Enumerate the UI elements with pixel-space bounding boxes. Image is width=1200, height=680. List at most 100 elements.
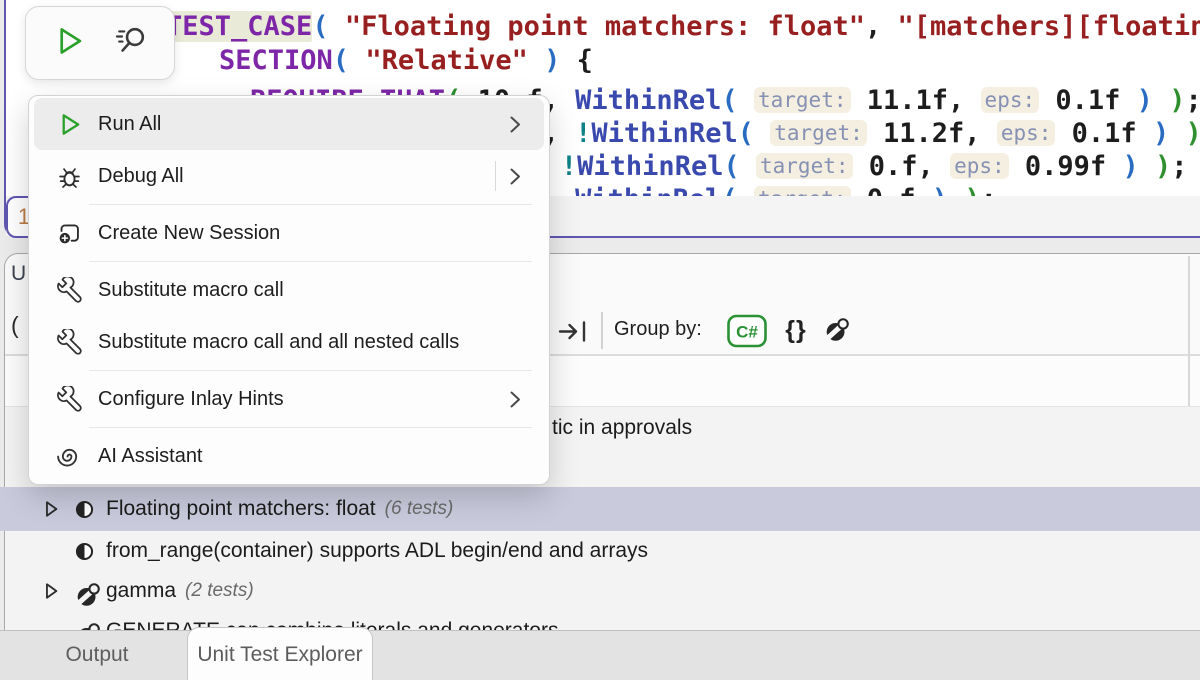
- tab-unit-test-explorer[interactable]: Unit Test Explorer: [187, 627, 373, 680]
- code-token: (: [721, 85, 737, 116]
- menu-item-label: AI Assistant: [98, 445, 532, 468]
- test-row-label: Floating point matchers: float: [106, 497, 376, 521]
- code-token: ,: [865, 11, 898, 42]
- code-token: ): [1185, 118, 1200, 149]
- menu-item-label: Run All: [98, 113, 509, 136]
- submenu-chevron-icon: [509, 115, 522, 134]
- jump-to-source-icon[interactable]: [556, 314, 590, 348]
- code-token: TEST_CASE: [166, 11, 312, 42]
- menu-separator: [89, 261, 532, 262]
- code-token: "[matchers][floating-point]": [898, 11, 1200, 42]
- ide-window: TEST_CASE ( "Floating point matchers: flo…: [0, 0, 1200, 680]
- code-token: ): [932, 184, 948, 196]
- code-line: SECTION( "Relative" ) {: [219, 44, 593, 77]
- group-by-label: Group by:: [614, 318, 702, 341]
- code-token: [754, 118, 770, 149]
- inlay-hint-chip: eps:: [950, 153, 1009, 179]
- expand-chevron-icon[interactable]: [42, 580, 60, 602]
- tag-circle-icon[interactable]: [820, 313, 854, 347]
- code-token: "Floating point matchers: float": [345, 11, 865, 42]
- csharp-badge-icon[interactable]: C#: [726, 313, 768, 349]
- toolwindow-clipped-text: U: [11, 262, 26, 286]
- submenu-chevron-icon: [509, 167, 522, 186]
- menu-item-debug-all[interactable]: Debug All: [34, 150, 544, 202]
- code-token: ): [1137, 85, 1153, 116]
- wrench-icon: [56, 277, 83, 304]
- submenu-chevron-icon: [509, 390, 522, 409]
- menu-item-substitute-macro-call-and-all-nested-calls[interactable]: Substitute macro call and all nested cal…: [34, 316, 544, 368]
- test-tree-row[interactable]: from_range(container) supports ADL begin…: [0, 531, 1200, 571]
- menu-item-substitute-macro-call[interactable]: Substitute macro call: [34, 264, 544, 316]
- code-token: 0.f,: [853, 151, 951, 182]
- code-token: (: [738, 118, 754, 149]
- tab-output[interactable]: Output: [8, 631, 186, 679]
- code-token: ): [964, 184, 980, 196]
- code-token: WithinRel: [577, 151, 723, 182]
- code-token: 11.1f,: [851, 85, 981, 116]
- menu-item-label: Configure Inlay Hints: [98, 388, 509, 411]
- braces-glyph: {}: [785, 316, 806, 345]
- inlay-hint-chip: target:: [770, 120, 867, 146]
- code-token: 0.99f: [1009, 151, 1123, 182]
- code-token: [1139, 151, 1155, 182]
- wrench-icon: [56, 386, 83, 413]
- code-token: ): [1155, 151, 1171, 182]
- inlay-hint-chip: eps:: [981, 87, 1040, 113]
- code-line: TEST_CASE( "Floating point matchers: flo…: [166, 10, 1200, 43]
- menu-item-configure-inlay-hints[interactable]: Configure Inlay Hints: [34, 373, 544, 425]
- debug-icon: [56, 163, 83, 190]
- code-token: (: [333, 45, 349, 76]
- test-row-label: gamma: [106, 579, 176, 603]
- code-token: [349, 45, 365, 76]
- editor-floating-toolbar: [25, 6, 175, 80]
- code-token: [329, 11, 345, 42]
- wrench-icon: [56, 329, 83, 356]
- run-test-button[interactable]: [50, 24, 88, 62]
- code-token: [1153, 85, 1169, 116]
- code-token: SECTION: [219, 45, 333, 76]
- test-case-icon: [73, 540, 96, 563]
- code-token: !: [575, 118, 591, 149]
- menu-separator: [89, 204, 532, 205]
- menu-item-label: Substitute macro call: [98, 279, 532, 302]
- run-icon: [56, 111, 83, 138]
- menu-item-ai-assistant[interactable]: AI Assistant: [34, 430, 544, 482]
- new-session-icon: [56, 220, 83, 247]
- code-token: !: [561, 151, 577, 182]
- inspect-icon: [113, 23, 149, 64]
- test-count-badge: (6 tests): [385, 498, 454, 520]
- panel-right-edge: [1188, 256, 1190, 406]
- inlay-hint-chip: target:: [754, 87, 851, 113]
- inlay-hint-chip: target:: [754, 186, 851, 196]
- test-tree-row[interactable]: Floating point matchers: float (6 tests): [0, 487, 1200, 531]
- svg-text:C#: C#: [736, 323, 758, 342]
- code-token: WithinRel: [591, 118, 737, 149]
- code-token: ): [1122, 151, 1138, 182]
- chevron-placeholder: [42, 540, 60, 562]
- code-token: [948, 184, 964, 196]
- inspect-code-button[interactable]: [112, 24, 150, 62]
- code-token: [738, 85, 754, 116]
- test-case-icon: [73, 498, 96, 521]
- braces-icon[interactable]: {}: [776, 311, 816, 349]
- toolbar-divider: [601, 312, 603, 349]
- code-token: (: [723, 151, 739, 182]
- menu-item-create-new-session[interactable]: Create New Session: [34, 207, 544, 259]
- toolwindow-clipped-text: (: [11, 312, 19, 339]
- menu-separator: [89, 370, 532, 371]
- inlay-hint-chip: eps:: [997, 120, 1056, 146]
- code-token: (: [721, 184, 737, 196]
- expand-chevron-icon[interactable]: [42, 498, 60, 520]
- code-token: 0.1f: [1055, 118, 1153, 149]
- test-tree-row[interactable]: gamma(2 tests): [0, 571, 1200, 611]
- code-token: ;: [1171, 151, 1187, 182]
- menu-item-run-all[interactable]: Run All: [34, 98, 544, 150]
- submenu-divider: [495, 161, 497, 191]
- bottom-tab-strip: Output Unit Test Explorer: [0, 630, 1200, 680]
- test-row-label: tic in approvals: [552, 416, 692, 440]
- code-token: 11.2f,: [867, 118, 997, 149]
- code-token: "Relative": [365, 45, 528, 76]
- run-icon: [52, 24, 86, 63]
- code-token: WithinRel: [575, 85, 721, 116]
- menu-item-label: Substitute macro call and all nested cal…: [98, 331, 532, 354]
